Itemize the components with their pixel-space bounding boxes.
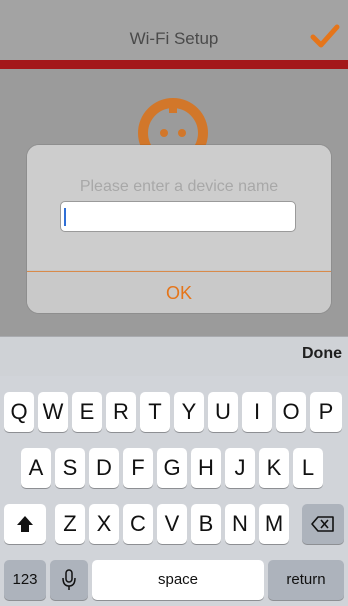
numbers-key[interactable]: 123 <box>4 560 46 600</box>
key-h[interactable]: H <box>191 448 221 488</box>
key-k[interactable]: K <box>259 448 289 488</box>
key-g[interactable]: G <box>157 448 187 488</box>
key-a[interactable]: A <box>21 448 51 488</box>
device-name-input[interactable] <box>60 201 296 232</box>
key-m[interactable]: M <box>259 504 289 544</box>
key-l[interactable]: L <box>293 448 323 488</box>
key-p[interactable]: P <box>310 392 342 432</box>
key-c[interactable]: C <box>123 504 153 544</box>
key-v[interactable]: V <box>157 504 187 544</box>
key-n[interactable]: N <box>225 504 255 544</box>
microphone-icon <box>62 569 76 590</box>
dialog-prompt: Please enter a device name <box>79 178 279 195</box>
page-title: Wi-Fi Setup <box>129 29 219 48</box>
key-u[interactable]: U <box>208 392 238 432</box>
key-j[interactable]: J <box>225 448 255 488</box>
key-s[interactable]: S <box>55 448 85 488</box>
text-cursor <box>64 208 66 226</box>
progress-bar <box>0 60 348 69</box>
dictation-key[interactable] <box>50 560 88 600</box>
shift-key[interactable] <box>4 504 46 544</box>
key-e[interactable]: E <box>72 392 102 432</box>
return-key[interactable]: return <box>268 560 344 600</box>
key-q[interactable]: Q <box>4 392 34 432</box>
device-name-dialog: Please enter a device name OK <box>27 145 331 313</box>
nav-bar: Wi-Fi Setup <box>0 0 348 61</box>
checkmark-icon[interactable] <box>310 23 340 49</box>
key-z[interactable]: Z <box>55 504 85 544</box>
keyboard: Q W E R T Y U I O P A S D F G H J K L Z … <box>0 376 348 606</box>
key-i[interactable]: I <box>242 392 272 432</box>
space-key[interactable]: space <box>92 560 264 600</box>
keyboard-toolbar: Done <box>0 336 348 377</box>
backspace-key[interactable] <box>302 504 344 544</box>
key-b[interactable]: B <box>191 504 221 544</box>
ok-button[interactable]: OK <box>27 271 331 313</box>
key-w[interactable]: W <box>38 392 68 432</box>
backspace-icon <box>311 516 334 532</box>
key-x[interactable]: X <box>89 504 119 544</box>
key-d[interactable]: D <box>89 448 119 488</box>
key-y[interactable]: Y <box>174 392 204 432</box>
shift-arrow-icon <box>17 516 33 532</box>
done-button[interactable]: Done <box>302 345 342 363</box>
key-r[interactable]: R <box>106 392 136 432</box>
key-t[interactable]: T <box>140 392 170 432</box>
key-f[interactable]: F <box>123 448 153 488</box>
key-o[interactable]: O <box>276 392 306 432</box>
